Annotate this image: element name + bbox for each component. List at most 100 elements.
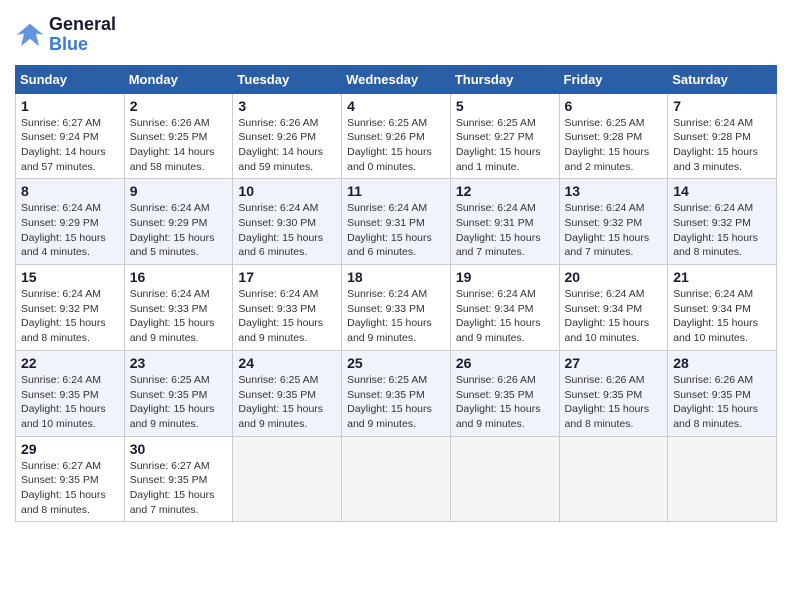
- day-number: 17: [238, 269, 336, 285]
- day-info: Sunrise: 6:26 AM Sunset: 9:25 PM Dayligh…: [130, 116, 228, 175]
- calendar-week-row: 8 Sunrise: 6:24 AM Sunset: 9:29 PM Daylig…: [16, 179, 777, 265]
- day-number: 18: [347, 269, 445, 285]
- page-header: General Blue: [15, 15, 777, 55]
- day-info: Sunrise: 6:24 AM Sunset: 9:31 PM Dayligh…: [456, 201, 554, 260]
- day-info: Sunrise: 6:27 AM Sunset: 9:24 PM Dayligh…: [21, 116, 119, 175]
- calendar-cell: 11 Sunrise: 6:24 AM Sunset: 9:31 PM Dayli…: [342, 179, 451, 265]
- calendar-cell: 4 Sunrise: 6:25 AM Sunset: 9:26 PM Daylig…: [342, 93, 451, 179]
- day-number: 27: [565, 355, 663, 371]
- calendar-cell: [233, 436, 342, 522]
- day-number: 24: [238, 355, 336, 371]
- calendar-cell: 5 Sunrise: 6:25 AM Sunset: 9:27 PM Daylig…: [450, 93, 559, 179]
- calendar-header-monday: Monday: [124, 65, 233, 93]
- calendar-cell: 29Sunrise: 6:27 AM Sunset: 9:35 PM Dayli…: [16, 436, 125, 522]
- day-info: Sunrise: 6:24 AM Sunset: 9:32 PM Dayligh…: [21, 287, 119, 346]
- day-number: 6: [565, 98, 663, 114]
- day-number: 13: [565, 183, 663, 199]
- day-info: Sunrise: 6:24 AM Sunset: 9:34 PM Dayligh…: [565, 287, 663, 346]
- logo-text-line2: Blue: [49, 35, 116, 55]
- day-info: Sunrise: 6:27 AM Sunset: 9:35 PM Dayligh…: [130, 459, 228, 518]
- day-number: 22: [21, 355, 119, 371]
- calendar-week-row: 22Sunrise: 6:24 AM Sunset: 9:35 PM Dayli…: [16, 350, 777, 436]
- calendar-cell: 25 Sunrise: 6:25 AM Sunset: 9:35 PM Dayli…: [342, 350, 451, 436]
- calendar-cell: 2 Sunrise: 6:26 AM Sunset: 9:25 PM Daylig…: [124, 93, 233, 179]
- day-number: 30: [130, 441, 228, 457]
- day-number: 23: [130, 355, 228, 371]
- day-number: 9: [130, 183, 228, 199]
- day-info: Sunrise: 6:25 AM Sunset: 9:35 PM Dayligh…: [130, 373, 228, 432]
- calendar-body: 1 Sunrise: 6:27 AM Sunset: 9:24 PM Daylig…: [16, 93, 777, 522]
- calendar-cell: 23 Sunrise: 6:25 AM Sunset: 9:35 PM Dayli…: [124, 350, 233, 436]
- day-info: Sunrise: 6:24 AM Sunset: 9:33 PM Dayligh…: [238, 287, 336, 346]
- logo: General Blue: [15, 15, 116, 55]
- logo-text-line1: General: [49, 15, 116, 35]
- calendar-cell: 3 Sunrise: 6:26 AM Sunset: 9:26 PM Daylig…: [233, 93, 342, 179]
- day-number: 20: [565, 269, 663, 285]
- day-info: Sunrise: 6:26 AM Sunset: 9:26 PM Dayligh…: [238, 116, 336, 175]
- calendar-cell: 12 Sunrise: 6:24 AM Sunset: 9:31 PM Dayli…: [450, 179, 559, 265]
- calendar-week-row: 29 Sunrise: 6:27 AM Sunset: 9:35 PM Dayli…: [16, 436, 777, 522]
- day-number: 14: [673, 183, 771, 199]
- calendar-cell: 18 Sunrise: 6:24 AM Sunset: 9:33 PM Dayli…: [342, 265, 451, 351]
- calendar-header-friday: Friday: [559, 65, 668, 93]
- day-info: Sunrise: 6:24 AM Sunset: 9:33 PM Dayligh…: [130, 287, 228, 346]
- calendar-cell: 30 Sunrise: 6:27 AM Sunset: 9:35 PM Dayli…: [124, 436, 233, 522]
- day-number: 12: [456, 183, 554, 199]
- day-number: 25: [347, 355, 445, 371]
- day-info: Sunrise: 6:24 AM Sunset: 9:33 PM Dayligh…: [347, 287, 445, 346]
- day-info: Sunrise: 6:24 AM Sunset: 9:30 PM Dayligh…: [238, 201, 336, 260]
- calendar-cell: [559, 436, 668, 522]
- calendar-cell: 8 Sunrise: 6:24 AM Sunset: 9:29 PM Daylig…: [16, 179, 125, 265]
- day-number: 1: [21, 98, 119, 114]
- day-info: Sunrise: 6:25 AM Sunset: 9:35 PM Dayligh…: [347, 373, 445, 432]
- calendar-week-row: 15Sunrise: 6:24 AM Sunset: 9:32 PM Dayli…: [16, 265, 777, 351]
- calendar-cell: 10 Sunrise: 6:24 AM Sunset: 9:30 PM Dayli…: [233, 179, 342, 265]
- day-info: Sunrise: 6:24 AM Sunset: 9:31 PM Dayligh…: [347, 201, 445, 260]
- calendar-week-row: 1 Sunrise: 6:27 AM Sunset: 9:24 PM Daylig…: [16, 93, 777, 179]
- calendar-cell: [450, 436, 559, 522]
- day-info: Sunrise: 6:24 AM Sunset: 9:29 PM Dayligh…: [21, 201, 119, 260]
- calendar-cell: 24Sunrise: 6:25 AM Sunset: 9:35 PM Dayli…: [233, 350, 342, 436]
- day-number: 4: [347, 98, 445, 114]
- calendar-header-wednesday: Wednesday: [342, 65, 451, 93]
- calendar-cell: 13 Sunrise: 6:24 AM Sunset: 9:32 PM Dayli…: [559, 179, 668, 265]
- day-info: Sunrise: 6:24 AM Sunset: 9:29 PM Dayligh…: [130, 201, 228, 260]
- day-number: 16: [130, 269, 228, 285]
- day-info: Sunrise: 6:24 AM Sunset: 9:32 PM Dayligh…: [565, 201, 663, 260]
- day-number: 19: [456, 269, 554, 285]
- calendar-cell: 20 Sunrise: 6:24 AM Sunset: 9:34 PM Dayli…: [559, 265, 668, 351]
- calendar-cell: 16 Sunrise: 6:24 AM Sunset: 9:33 PM Dayli…: [124, 265, 233, 351]
- calendar-cell: 15Sunrise: 6:24 AM Sunset: 9:32 PM Dayli…: [16, 265, 125, 351]
- day-number: 26: [456, 355, 554, 371]
- calendar-cell: 21Sunrise: 6:24 AM Sunset: 9:34 PM Dayli…: [668, 265, 777, 351]
- calendar-cell: [668, 436, 777, 522]
- day-info: Sunrise: 6:26 AM Sunset: 9:35 PM Dayligh…: [673, 373, 771, 432]
- day-info: Sunrise: 6:25 AM Sunset: 9:27 PM Dayligh…: [456, 116, 554, 175]
- day-info: Sunrise: 6:24 AM Sunset: 9:28 PM Dayligh…: [673, 116, 771, 175]
- day-info: Sunrise: 6:25 AM Sunset: 9:26 PM Dayligh…: [347, 116, 445, 175]
- day-number: 29: [21, 441, 119, 457]
- day-info: Sunrise: 6:24 AM Sunset: 9:34 PM Dayligh…: [673, 287, 771, 346]
- calendar-header-sunday: Sunday: [16, 65, 125, 93]
- day-info: Sunrise: 6:25 AM Sunset: 9:28 PM Dayligh…: [565, 116, 663, 175]
- calendar-header-thursday: Thursday: [450, 65, 559, 93]
- calendar-cell: 7Sunrise: 6:24 AM Sunset: 9:28 PM Daylig…: [668, 93, 777, 179]
- calendar-header-tuesday: Tuesday: [233, 65, 342, 93]
- day-info: Sunrise: 6:26 AM Sunset: 9:35 PM Dayligh…: [565, 373, 663, 432]
- day-info: Sunrise: 6:26 AM Sunset: 9:35 PM Dayligh…: [456, 373, 554, 432]
- day-number: 3: [238, 98, 336, 114]
- calendar-cell: 14Sunrise: 6:24 AM Sunset: 9:32 PM Dayli…: [668, 179, 777, 265]
- calendar-header-row: SundayMondayTuesdayWednesdayThursdayFrid…: [16, 65, 777, 93]
- day-number: 11: [347, 183, 445, 199]
- calendar-cell: 1 Sunrise: 6:27 AM Sunset: 9:24 PM Daylig…: [16, 93, 125, 179]
- day-info: Sunrise: 6:24 AM Sunset: 9:34 PM Dayligh…: [456, 287, 554, 346]
- day-number: 8: [21, 183, 119, 199]
- day-number: 2: [130, 98, 228, 114]
- day-number: 5: [456, 98, 554, 114]
- day-number: 10: [238, 183, 336, 199]
- day-number: 28: [673, 355, 771, 371]
- calendar-cell: 17 Sunrise: 6:24 AM Sunset: 9:33 PM Dayli…: [233, 265, 342, 351]
- calendar-cell: 26 Sunrise: 6:26 AM Sunset: 9:35 PM Dayli…: [450, 350, 559, 436]
- calendar-cell: 27 Sunrise: 6:26 AM Sunset: 9:35 PM Dayli…: [559, 350, 668, 436]
- calendar-header-saturday: Saturday: [668, 65, 777, 93]
